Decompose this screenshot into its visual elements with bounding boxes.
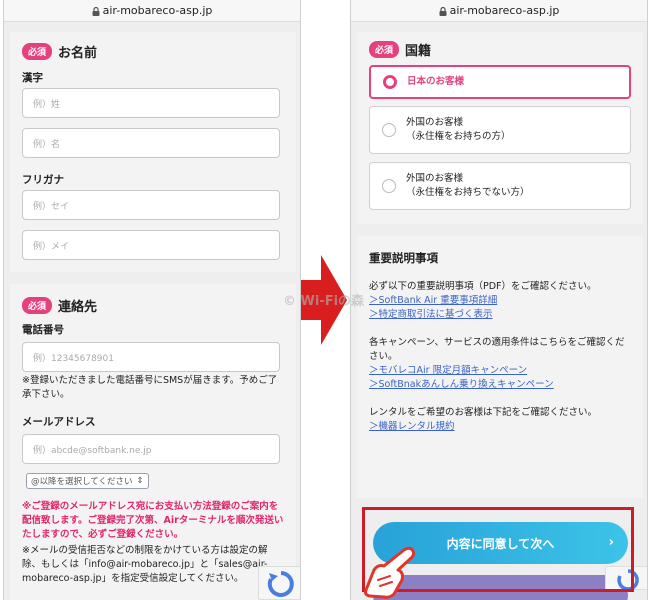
link-switch-campaign[interactable]: ＞SoftBnakあんしん乗り換えキャンペーン xyxy=(369,378,631,392)
contact-section-header: 必須 連絡先 xyxy=(22,296,97,315)
nationality-section: 必須 国籍 日本のお客様 外国のお客様 （永住権をお持ちの方） 外国のお客様 （… xyxy=(357,32,643,224)
phone-note: ※登録いただきました電話番号にSMSが届きます。予めご了承下さい。 xyxy=(22,375,278,400)
radio-button[interactable] xyxy=(382,123,396,137)
chevron-up-down-icon: ⇕ xyxy=(136,476,144,486)
contact-section: 必須 連絡先 電話番号 例）12345678901 ※登録いただきました電話番号… xyxy=(10,284,296,600)
required-badge: 必須 xyxy=(369,41,400,58)
lock-icon xyxy=(439,7,447,16)
url-bar[interactable]: air-mobareco-asp.jp xyxy=(351,0,647,22)
url-text: air-mobareco-asp.jp xyxy=(102,4,213,17)
pointing-hand-icon xyxy=(364,546,416,599)
placeholder: 例）姓 xyxy=(33,99,61,110)
campaign-intro-text: 各キャンペーン、サービスの適用条件はこちらをご確認ください。 xyxy=(369,337,625,362)
sei-input[interactable]: 例）姓 xyxy=(22,88,280,118)
name-section: 必須 お名前 漢字 例）姓 例）名 フリガナ 例）セイ 例）メイ xyxy=(10,32,296,272)
section-title: 連絡先 xyxy=(58,300,98,315)
option-line1: 外国のお客様 xyxy=(406,117,464,128)
nationality-header: 必須 国籍 xyxy=(369,40,431,59)
placeholder: 例）12345678901 xyxy=(33,353,114,364)
required-badge: 必須 xyxy=(22,297,53,314)
option-label: 外国のお客様 （永住権をお持ちの方） xyxy=(406,116,511,144)
option-label: 外国のお客様 （永住権をお持ちでない方） xyxy=(406,172,530,200)
placeholder: 例）メイ xyxy=(33,241,70,252)
placeholder: 例）abcde@softbank.ne.jp xyxy=(33,445,152,456)
email-input[interactable]: 例）abcde@softbank.ne.jp xyxy=(22,434,280,464)
phone-label: 電話番号 xyxy=(22,324,64,336)
required-badge: 必須 xyxy=(22,43,53,60)
rental-intro-text: レンタルをご希望のお客様は下記をご確認ください。 xyxy=(369,407,598,418)
mei-kana-input[interactable]: 例）メイ xyxy=(22,230,280,260)
recaptcha-badge[interactable] xyxy=(258,566,300,600)
link-important-details[interactable]: ＞SoftBank Air 重要事項詳細 xyxy=(369,294,631,308)
mei-input[interactable]: 例）名 xyxy=(22,128,280,158)
option-line1: 日本のお客様 xyxy=(407,76,465,87)
intro-text: 必ず以下の重要説明事項（PDF）をご確認ください。 xyxy=(369,281,597,292)
sei-kana-input[interactable]: 例）セイ xyxy=(22,190,280,220)
important-notes-section: 重要説明事項 必ず以下の重要説明事項（PDF）をご確認ください。 ＞SoftBa… xyxy=(357,236,643,498)
email-label: メールアドレス xyxy=(22,416,96,428)
important-notes-body: 必ず以下の重要説明事項（PDF）をご確認ください。 ＞SoftBank Air … xyxy=(369,280,631,434)
phone-input[interactable]: 例）12345678901 xyxy=(22,342,280,372)
option-line2: （永住権をお持ちの方） xyxy=(406,131,511,142)
mail-filter-note: ※メールの受信拒否などの制限をかけている方は設定の解除、もしくは「info@ai… xyxy=(22,545,268,584)
select-value: @以降を選択してください xyxy=(31,477,133,487)
link-monthly-campaign[interactable]: ＞モバレコAir 限定月額キャンペーン xyxy=(369,364,631,378)
nationality-option-foreign-nonpermanent[interactable]: 外国のお客様 （永住権をお持ちでない方） xyxy=(369,162,631,210)
radio-button-selected[interactable] xyxy=(383,75,397,89)
nationality-option-foreign-permanent[interactable]: 外国のお客様 （永住権をお持ちの方） xyxy=(369,106,631,154)
kanji-label: 漢字 xyxy=(22,72,43,84)
link-commercial-law[interactable]: ＞特定商取引法に基づく表示 xyxy=(369,308,631,322)
lock-icon xyxy=(92,7,100,16)
option-line2: （永住権をお持ちでない方） xyxy=(406,187,530,198)
left-phone-screen: air-mobareco-asp.jp 必須 お名前 漢字 例）姓 例）名 フリ… xyxy=(3,0,301,600)
radio-button[interactable] xyxy=(382,179,396,193)
placeholder: 例）名 xyxy=(33,139,61,150)
placeholder: 例）セイ xyxy=(33,201,70,212)
option-line1: 外国のお客様 xyxy=(406,173,464,184)
option-label: 日本のお客様 xyxy=(407,75,464,89)
nationality-option-japan[interactable]: 日本のお客様 xyxy=(369,65,631,99)
registration-warning: ※ご登録のメールアドレス宛にお支払い方法登録のご案内を配信致します。ご登録完了次… xyxy=(22,501,284,540)
watermark: © Wi-Fiの森 xyxy=(283,294,365,309)
furigana-label: フリガナ xyxy=(22,174,64,186)
recaptcha-icon xyxy=(267,571,294,597)
name-section-header: 必須 お名前 xyxy=(22,42,97,61)
url-bar[interactable]: air-mobareco-asp.jp xyxy=(4,0,300,22)
section-title: お名前 xyxy=(58,46,98,61)
url-text: air-mobareco-asp.jp xyxy=(449,4,560,17)
link-rental-terms[interactable]: ＞機器レンタル規約 xyxy=(369,420,631,434)
important-notes-title: 重要説明事項 xyxy=(369,251,438,265)
domain-select[interactable]: @以降を選択してください ⇕ xyxy=(26,473,149,489)
section-title: 国籍 xyxy=(405,44,432,59)
